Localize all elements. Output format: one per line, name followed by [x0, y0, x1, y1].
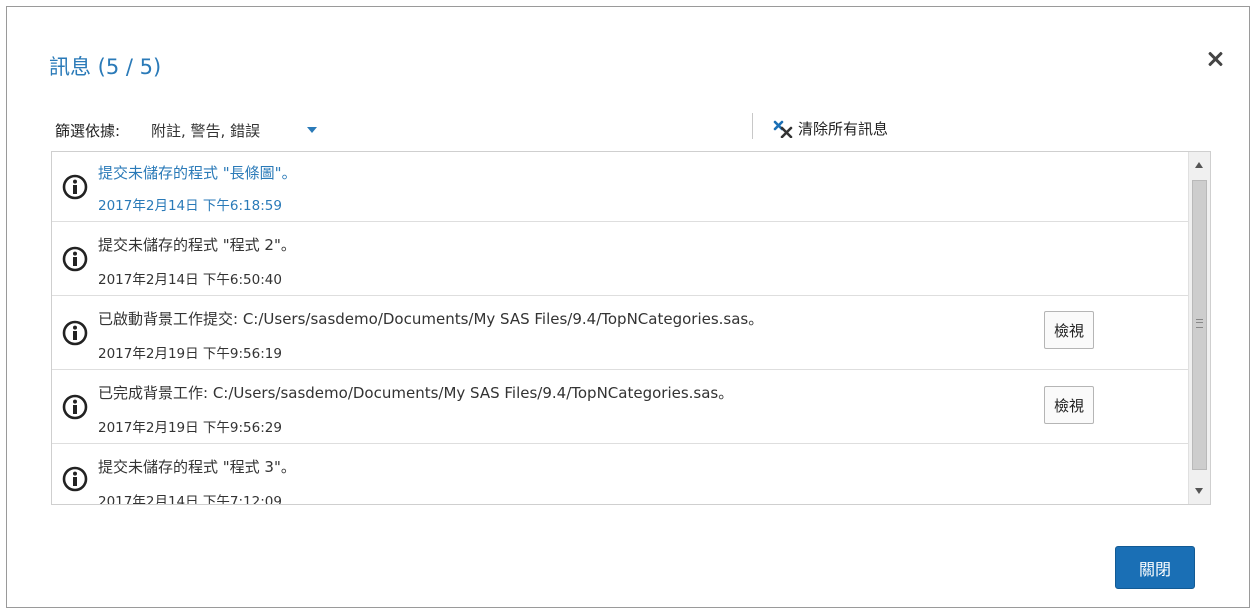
- messages-dialog: 訊息 (5 / 5) 篩選依據: 附註, 警告, 錯誤 清除所有訊息 提交未儲存…: [6, 6, 1250, 608]
- info-icon: [62, 320, 88, 346]
- scrollbar-thumb[interactable]: [1192, 180, 1207, 470]
- message-text: 提交未儲存的程式 "程式 3"。: [98, 458, 296, 476]
- scroll-down-icon[interactable]: [1195, 488, 1203, 494]
- close-icon[interactable]: [1203, 47, 1227, 71]
- message-timestamp: 2017年2月14日 下午7:12:09: [98, 494, 282, 505]
- message-timestamp: 2017年2月14日 下午6:18:59: [98, 198, 282, 214]
- close-button[interactable]: 關閉: [1115, 546, 1195, 589]
- message-row[interactable]: 提交未儲存的程式 "程式 2"。 2017年2月14日 下午6:50:40: [52, 222, 1188, 296]
- info-icon: [62, 174, 88, 200]
- message-timestamp: 2017年2月19日 下午9:56:19: [98, 346, 282, 362]
- info-icon: [62, 246, 88, 272]
- toolbar-divider: [752, 113, 753, 139]
- message-text: 提交未儲存的程式 "長條圖"。: [98, 164, 297, 182]
- message-row[interactable]: 已啟動背景工作提交: C:/Users/sasdemo/Documents/My…: [52, 296, 1188, 370]
- chevron-down-icon[interactable]: [307, 127, 317, 133]
- message-list-scrollbar[interactable]: [1188, 152, 1210, 504]
- clear-all-messages-button[interactable]: 清除所有訊息: [773, 118, 888, 139]
- message-list: 提交未儲存的程式 "長條圖"。 2017年2月14日 下午6:18:59 提交未…: [51, 151, 1211, 505]
- clear-all-label: 清除所有訊息: [798, 120, 889, 138]
- info-icon: [62, 466, 88, 492]
- info-icon: [62, 394, 88, 420]
- view-button[interactable]: 檢視: [1044, 311, 1094, 349]
- message-timestamp: 2017年2月19日 下午9:56:29: [98, 420, 282, 436]
- dialog-title: 訊息 (5 / 5): [49, 55, 162, 79]
- message-row[interactable]: 提交未儲存的程式 "長條圖"。 2017年2月14日 下午6:18:59: [52, 152, 1188, 222]
- scroll-up-icon[interactable]: [1195, 162, 1203, 168]
- message-text: 提交未儲存的程式 "程式 2"。: [98, 236, 296, 254]
- grip-icon: [1196, 319, 1203, 328]
- message-timestamp: 2017年2月14日 下午6:50:40: [98, 272, 282, 288]
- view-button[interactable]: 檢視: [1044, 386, 1094, 424]
- message-row[interactable]: 已完成背景工作: C:/Users/sasdemo/Documents/My S…: [52, 370, 1188, 444]
- message-text: 已完成背景工作: C:/Users/sasdemo/Documents/My S…: [98, 384, 734, 402]
- clear-messages-icon: [773, 120, 793, 138]
- filter-dropdown[interactable]: 附註, 警告, 錯誤: [151, 120, 260, 141]
- message-text: 已啟動背景工作提交: C:/Users/sasdemo/Documents/My…: [98, 310, 764, 328]
- message-row[interactable]: 提交未儲存的程式 "程式 3"。 2017年2月14日 下午7:12:09: [52, 444, 1188, 505]
- filter-label: 篩選依據:: [55, 122, 121, 140]
